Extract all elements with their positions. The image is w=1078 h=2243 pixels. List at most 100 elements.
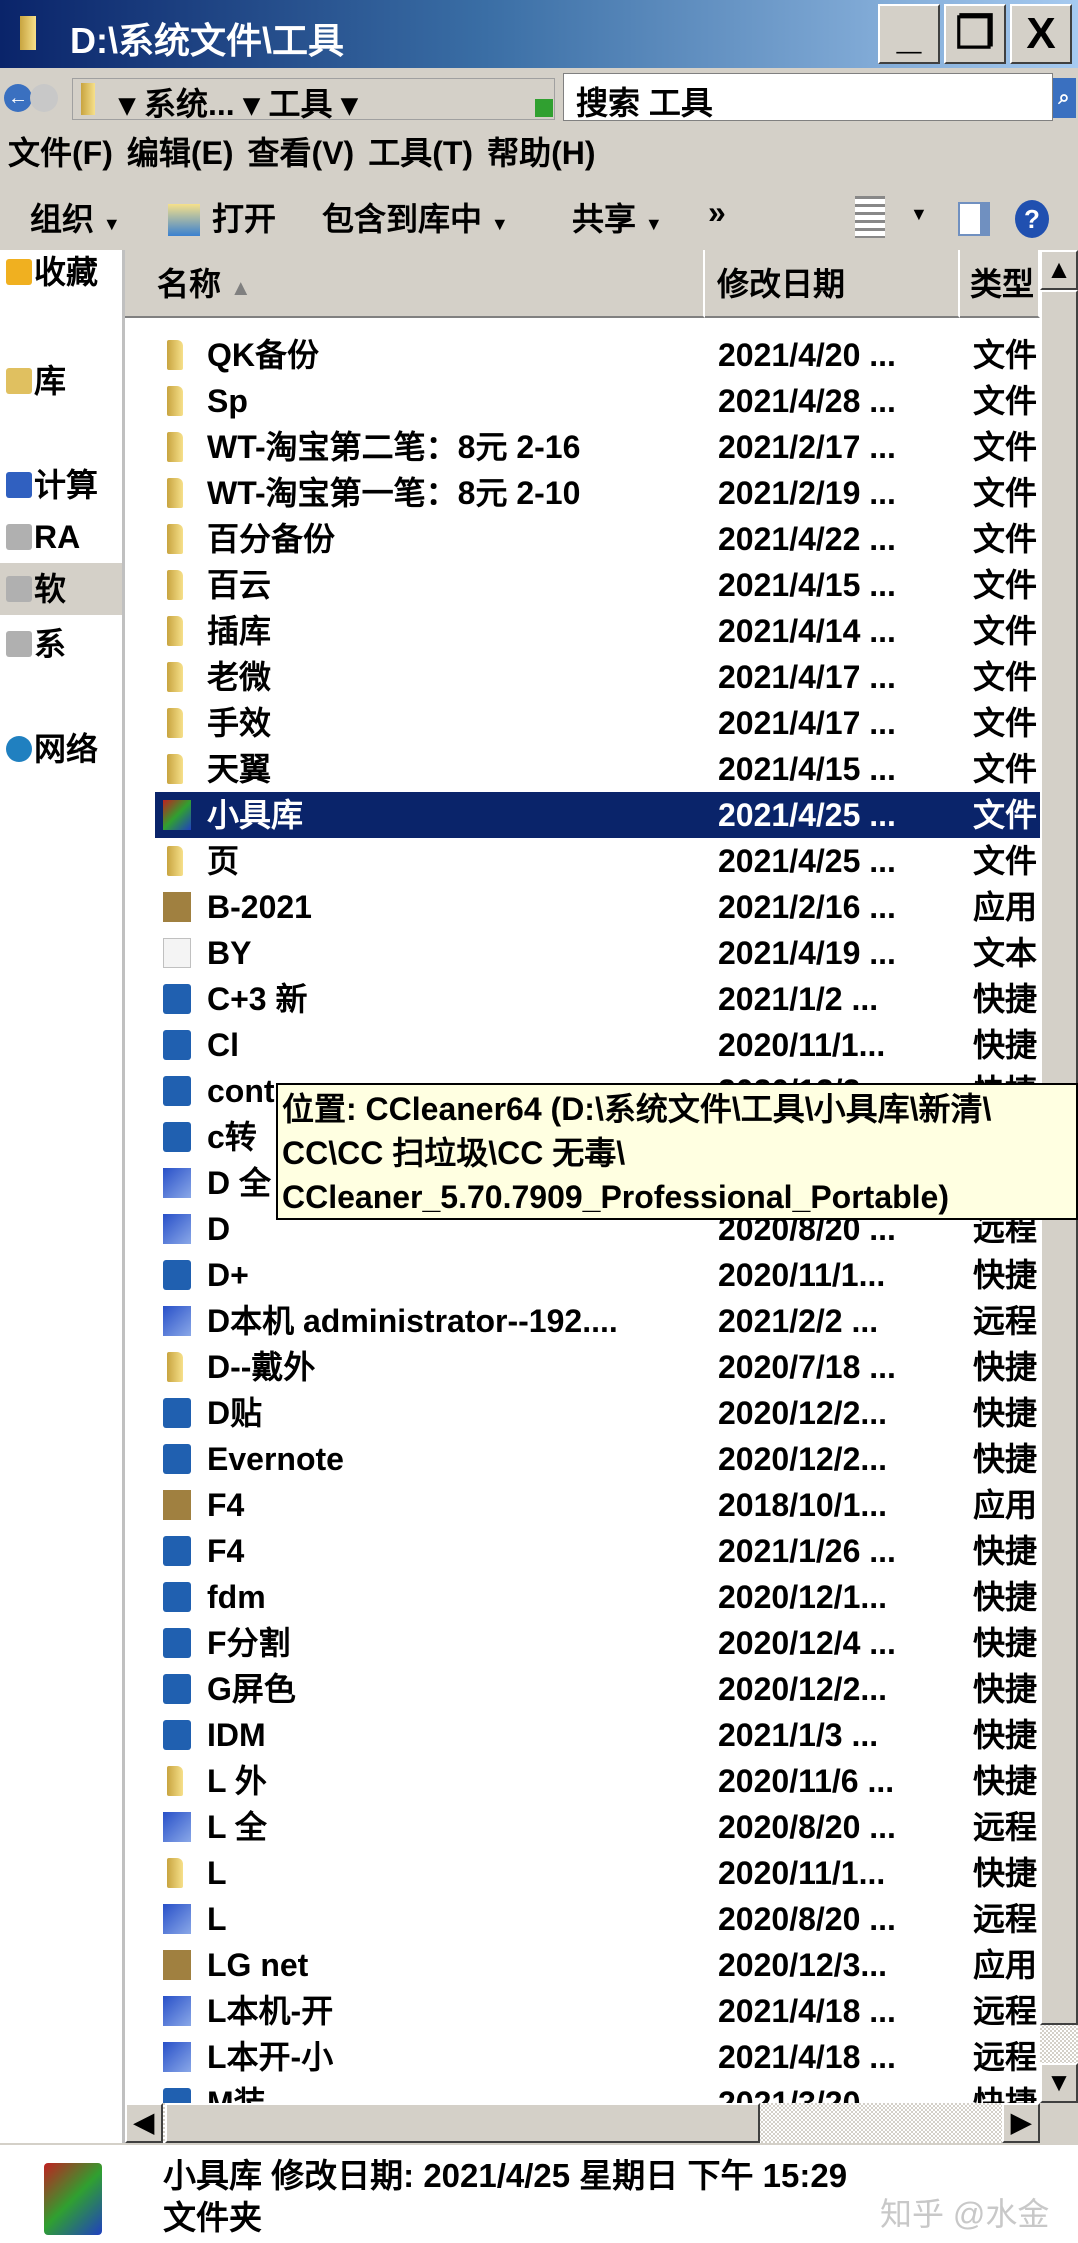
refresh-icon[interactable] xyxy=(535,99,553,117)
file-name: F4 xyxy=(207,1487,245,1523)
file-row[interactable]: WT-淘宝第一笔：8元 2-10 2021/2/19 ... 文件 xyxy=(155,470,1040,516)
nav-item[interactable]: 计算 xyxy=(0,459,122,511)
file-name: L xyxy=(207,1855,227,1891)
scroll-down-button[interactable]: ▼ xyxy=(1040,2063,1078,2103)
scroll-up-button[interactable]: ▲ xyxy=(1040,250,1078,290)
preview-pane-icon[interactable] xyxy=(958,202,990,236)
view-dropdown-icon[interactable]: ▼ xyxy=(910,204,928,225)
file-date: 2021/4/25 ... xyxy=(718,843,896,879)
nav-item[interactable]: 系 xyxy=(0,618,122,670)
file-row[interactable]: 页 2021/4/25 ... 文件 xyxy=(155,838,1040,884)
column-date[interactable]: 修改日期 xyxy=(705,250,960,318)
nav-item[interactable]: 网络 xyxy=(0,723,122,775)
file-row[interactable]: M装 2021/3/20 ... 快捷 xyxy=(155,2080,1040,2103)
horizontal-scroll-thumb[interactable] xyxy=(165,2103,760,2143)
breadcrumb-items[interactable]: ▾ 系统... ▾ 工具 ▾ xyxy=(119,79,357,125)
menu-help[interactable]: 帮助(H) xyxy=(487,135,595,171)
back-icon[interactable]: ← xyxy=(4,84,32,112)
scroll-right-button[interactable]: ▶ xyxy=(1002,2103,1040,2143)
restore-button[interactable]: ❐ xyxy=(944,4,1006,64)
organize-button[interactable]: 组织 ▼ xyxy=(30,194,121,240)
file-row[interactable]: Cl 2020/11/1... 快捷 xyxy=(155,1022,1040,1068)
folder-icon xyxy=(167,754,183,784)
column-name[interactable]: 名称 ▲ xyxy=(125,250,705,318)
menu-view[interactable]: 查看(V) xyxy=(248,135,355,171)
file-row[interactable]: Sp 2021/4/28 ... 文件 xyxy=(155,378,1040,424)
status-type: 文件夹 xyxy=(163,2199,262,2236)
file-row[interactable]: L 全 2020/8/20 ... 远程 xyxy=(155,1804,1040,1850)
file-row[interactable]: F4 2018/10/1... 应用 xyxy=(155,1482,1040,1528)
folder-icon xyxy=(167,478,183,508)
file-row[interactable]: C+3 新 2021/1/2 ... 快捷 xyxy=(155,976,1040,1022)
file-type: 快捷 xyxy=(973,1855,1038,1891)
file-type: 快捷 xyxy=(973,1625,1038,1661)
file-row[interactable]: QK备份 2021/4/20 ... 文件 xyxy=(155,332,1040,378)
scroll-left-button[interactable]: ◀ xyxy=(125,2103,163,2143)
minimize-button[interactable]: _ xyxy=(878,4,940,64)
rdp-icon xyxy=(163,1996,191,2026)
file-date: 2021/4/14 ... xyxy=(718,613,896,649)
nav-item-label: 库 xyxy=(34,363,67,399)
nav-item[interactable]: RA xyxy=(0,511,122,563)
crumb-1[interactable]: 系统... xyxy=(144,86,235,122)
forward-icon[interactable] xyxy=(30,84,58,112)
file-row[interactable]: Evernote 2020/12/2... 快捷 xyxy=(155,1436,1040,1482)
folder-icon xyxy=(167,846,183,876)
crumb-2[interactable]: 工具 xyxy=(268,86,332,122)
nav-item-label: 计算 xyxy=(34,467,99,503)
file-row[interactable]: 天翼 2021/4/15 ... 文件 xyxy=(155,746,1040,792)
file-row[interactable]: F4 2021/1/26 ... 快捷 xyxy=(155,1528,1040,1574)
file-date: 2021/2/17 ... xyxy=(718,429,896,465)
file-row[interactable]: LG net 2020/12/3... 应用 xyxy=(155,1942,1040,1988)
file-row[interactable]: 小具库 2021/4/25 ... 文件 xyxy=(155,792,1040,838)
status-details: 小具库 修改日期: 2021/4/25 星期日 下午 15:29 xyxy=(163,2157,848,2194)
file-row[interactable]: 插库 2021/4/14 ... 文件 xyxy=(155,608,1040,654)
file-row[interactable]: IDM 2021/1/3 ... 快捷 xyxy=(155,1712,1040,1758)
nav-item[interactable]: 库 xyxy=(0,355,122,407)
more-button[interactable]: » xyxy=(708,194,726,231)
close-button[interactable]: X xyxy=(1010,4,1072,64)
file-type: 远程 xyxy=(973,2039,1038,2075)
menu-file[interactable]: 文件(F) xyxy=(8,135,113,171)
file-row[interactable]: 手效 2021/4/17 ... 文件 xyxy=(155,700,1040,746)
search-icon[interactable]: ⌕ xyxy=(1052,78,1076,118)
file-row[interactable]: fdm 2020/12/1... 快捷 xyxy=(155,1574,1040,1620)
file-row[interactable]: D--戴外 2020/7/18 ... 快捷 xyxy=(155,1344,1040,1390)
file-name: Sp xyxy=(207,383,248,419)
menu-tools[interactable]: 工具(T) xyxy=(368,135,473,171)
include-in-library-button[interactable]: 包含到库中 ▼ xyxy=(322,194,509,240)
file-row[interactable]: BY 2021/4/19 ... 文本 xyxy=(155,930,1040,976)
column-type[interactable]: 类型 xyxy=(960,250,1040,318)
file-date: 2021/1/26 ... xyxy=(718,1533,896,1569)
nav-item[interactable]: 收藏 xyxy=(0,250,122,298)
open-button[interactable]: 打开 xyxy=(212,194,276,240)
file-row[interactable]: F分割 2020/12/4 ... 快捷 xyxy=(155,1620,1040,1666)
file-row[interactable]: G屏色 2020/12/2... 快捷 xyxy=(155,1666,1040,1712)
file-row[interactable]: 百分备份 2021/4/22 ... 文件 xyxy=(155,516,1040,562)
menu-bar: 文件(F) 编辑(E) 查看(V) 工具(T) 帮助(H) xyxy=(0,128,1078,180)
help-icon[interactable]: ? xyxy=(1015,200,1049,238)
file-row[interactable]: D+ 2020/11/1... 快捷 xyxy=(155,1252,1040,1298)
file-row[interactable]: D贴 2020/12/2... 快捷 xyxy=(155,1390,1040,1436)
file-row[interactable]: WT-淘宝第二笔：8元 2-16 2021/2/17 ... 文件 xyxy=(155,424,1040,470)
file-row[interactable]: L本机-开 2021/4/18 ... 远程 xyxy=(155,1988,1040,2034)
file-row[interactable]: D本机 administrator--192.... 2021/2/2 ... 远程 xyxy=(155,1298,1040,1344)
file-name: D贴 xyxy=(207,1395,263,1431)
file-row[interactable]: 百云 2021/4/15 ... 文件 xyxy=(155,562,1040,608)
file-row[interactable]: L 外 2020/11/6 ... 快捷 xyxy=(155,1758,1040,1804)
lib-icon xyxy=(163,800,191,830)
file-row[interactable]: B-2021 2021/2/16 ... 应用 xyxy=(155,884,1040,930)
share-button[interactable]: 共享 ▼ xyxy=(572,194,663,240)
file-date: 2021/4/17 ... xyxy=(718,705,896,741)
file-type: 文件 xyxy=(973,521,1038,557)
file-row[interactable]: 老微 2021/4/17 ... 文件 xyxy=(155,654,1040,700)
horizontal-scrollbar[interactable]: ◀ ▶ xyxy=(125,2103,1040,2143)
breadcrumb[interactable]: ▾ 系统... ▾ 工具 ▾ xyxy=(72,78,555,122)
nav-item[interactable]: 软 xyxy=(0,563,122,615)
search-input[interactable]: 搜索 工具 xyxy=(563,73,1053,121)
view-options-icon[interactable] xyxy=(855,196,885,238)
file-row[interactable]: L 2020/11/1... 快捷 xyxy=(155,1850,1040,1896)
menu-edit[interactable]: 编辑(E) xyxy=(127,135,234,171)
file-row[interactable]: L本开-小 2021/4/18 ... 远程 xyxy=(155,2034,1040,2080)
file-row[interactable]: L 2020/8/20 ... 远程 xyxy=(155,1896,1040,1942)
